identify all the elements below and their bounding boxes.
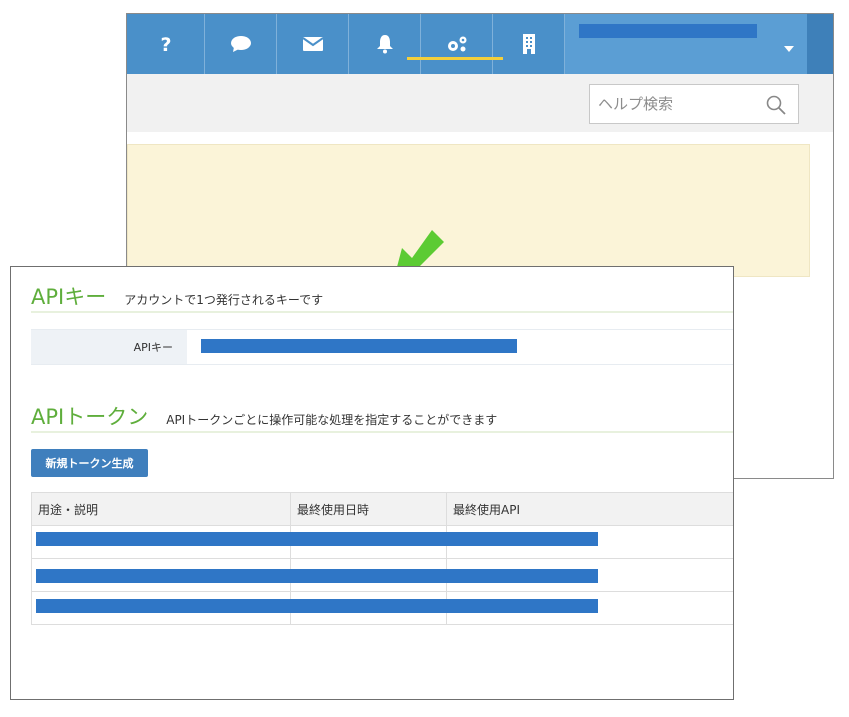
chat-button[interactable] [205, 14, 277, 74]
account-menu[interactable] [565, 14, 807, 74]
help-icon: ? [158, 34, 174, 54]
active-tab-indicator [407, 57, 503, 60]
divider [31, 311, 733, 313]
api-key-row: APIキー [31, 329, 733, 365]
bell-icon [376, 34, 394, 54]
column-header[interactable]: 最終使用日時 [290, 492, 447, 526]
section-title: APIキー [31, 285, 107, 309]
api-key-label: APIキー [31, 330, 187, 364]
notice-panel [127, 144, 810, 277]
company-button[interactable] [493, 14, 565, 74]
redacted-row [36, 569, 598, 583]
redacted-account-name [579, 24, 757, 38]
column-header[interactable]: 用途・説明 [31, 492, 291, 526]
table-header-row: 用途・説明 最終使用日時 最終使用API [31, 492, 733, 526]
notifications-button[interactable] [349, 14, 421, 74]
settings-icon [445, 34, 469, 54]
section-description: APIトークンごとに操作可能な処理を指定することができます [166, 413, 498, 427]
divider [31, 431, 733, 433]
chat-icon [230, 35, 252, 53]
api-key-value[interactable] [187, 330, 733, 364]
top-navigation-bar: ? [127, 14, 833, 74]
api-settings-window: APIキー アカウントで1つ発行されるキーです APIキー APIトークン AP… [10, 266, 734, 700]
redacted-row [36, 532, 598, 546]
mail-icon [301, 36, 324, 52]
help-button[interactable]: ? [127, 14, 205, 74]
svg-text:?: ? [160, 34, 171, 54]
redacted-row [36, 599, 598, 613]
section-description: アカウントで1つ発行されるキーです [124, 293, 324, 307]
topbar-edge [807, 14, 833, 74]
new-token-button[interactable]: 新規トークン生成 [31, 449, 148, 477]
section-title: APIトークン [31, 405, 149, 429]
help-search-input[interactable] [598, 95, 758, 113]
api-token-header: APIトークン APIトークンごとに操作可能な処理を指定することができます [31, 401, 497, 431]
caret-down-icon [783, 38, 795, 57]
redacted-api-key [201, 339, 517, 353]
settings-button[interactable] [421, 14, 493, 74]
building-icon [521, 33, 537, 55]
help-search-box [589, 84, 799, 124]
column-header[interactable]: 最終使用API [446, 492, 733, 526]
search-icon[interactable] [766, 95, 786, 119]
api-key-header: APIキー アカウントで1つ発行されるキーです [31, 281, 323, 311]
help-search-bar [127, 74, 833, 132]
mail-button[interactable] [277, 14, 349, 74]
